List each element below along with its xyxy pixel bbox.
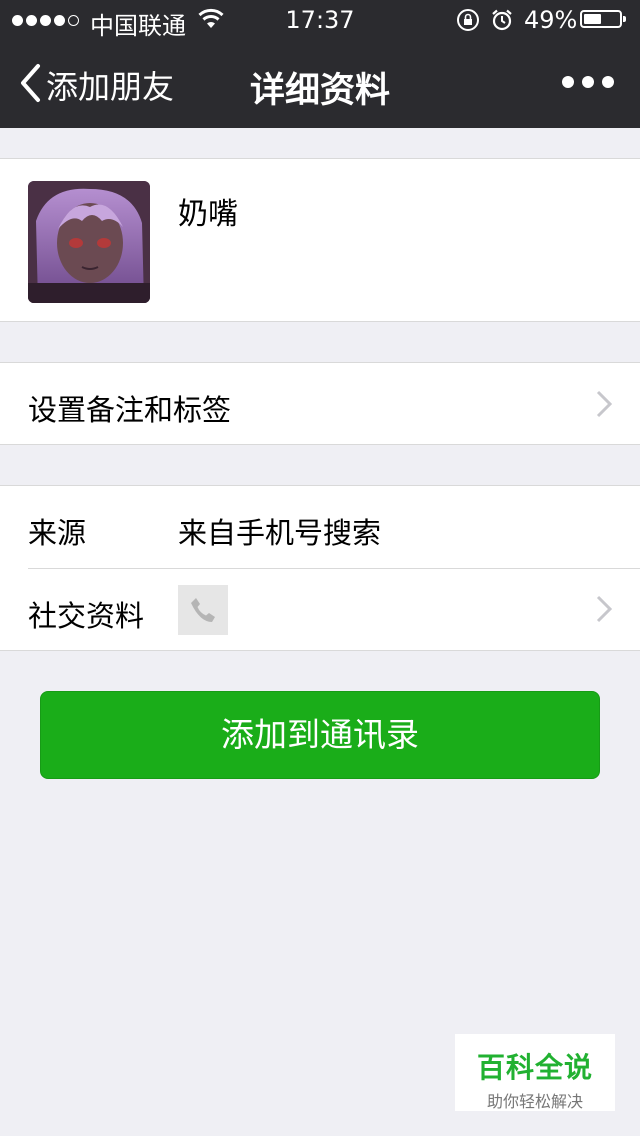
chevron-right-icon (596, 390, 613, 422)
social-profile-row[interactable]: 社交资料 (28, 568, 640, 651)
status-bar: 中国联通 17:37 49% (0, 0, 640, 40)
source-label: 来源 (28, 516, 87, 550)
profile-card: 奶嘴 (0, 158, 640, 322)
social-label: 社交资料 (28, 599, 145, 633)
avatar[interactable] (28, 181, 150, 303)
add-to-contacts-button[interactable]: 添加到通讯录 (40, 691, 600, 779)
battery-nub (623, 16, 626, 22)
chevron-right-icon (596, 595, 613, 627)
watermark-title: 百科全说 (476, 1051, 593, 1084)
watermark-subtitle: 助你轻松解决 (486, 1092, 583, 1111)
chevron-left-icon (18, 63, 42, 107)
battery-fill (584, 14, 601, 24)
battery-icon (580, 10, 626, 28)
more-options-button[interactable] (562, 76, 614, 88)
battery-percentage: 49% (524, 6, 578, 34)
watermark: 百科全说 助你轻松解决 (455, 1034, 615, 1111)
more-dot (602, 76, 614, 88)
rotation-lock-icon (456, 8, 480, 38)
alarm-icon (490, 8, 514, 38)
back-label: 添加朋友 (46, 68, 175, 106)
more-dot (582, 76, 594, 88)
set-remark-and-tags-row[interactable]: 设置备注和标签 (0, 362, 640, 445)
remark-label: 设置备注和标签 (28, 393, 232, 427)
phone-icon (178, 585, 228, 635)
info-card: 来源 来自手机号搜索 社交资料 (0, 485, 640, 651)
source-row: 来源 来自手机号搜索 (0, 486, 640, 568)
back-button[interactable]: 添加朋友 (18, 62, 174, 108)
source-value: 来自手机号搜索 (178, 516, 382, 550)
more-dot (562, 76, 574, 88)
profile-name: 奶嘴 (178, 197, 238, 232)
navigation-bar: 添加朋友 详细资料 (0, 40, 640, 128)
